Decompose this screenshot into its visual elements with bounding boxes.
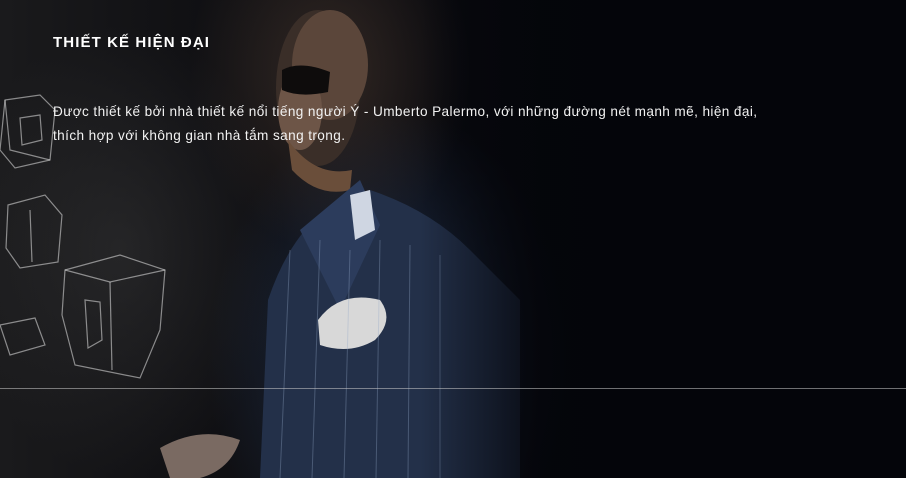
description-line-2: thích hợp với không gian nhà tắm sang tr… [53, 128, 346, 143]
description-line-1: Được thiết kế bởi nhà thiết kế nổi tiếng… [53, 104, 758, 119]
text-content: THIẾT KẾ HIỆN ĐẠI Được thiết kế bởi nhà … [53, 34, 853, 148]
section-description: Được thiết kế bởi nhà thiết kế nổi tiếng… [53, 100, 843, 148]
horizontal-divider [0, 388, 906, 389]
section-title: THIẾT KẾ HIỆN ĐẠI [53, 34, 211, 51]
design-hero-section: THIẾT KẾ HIỆN ĐẠI Được thiết kế bởi nhà … [0, 0, 906, 478]
